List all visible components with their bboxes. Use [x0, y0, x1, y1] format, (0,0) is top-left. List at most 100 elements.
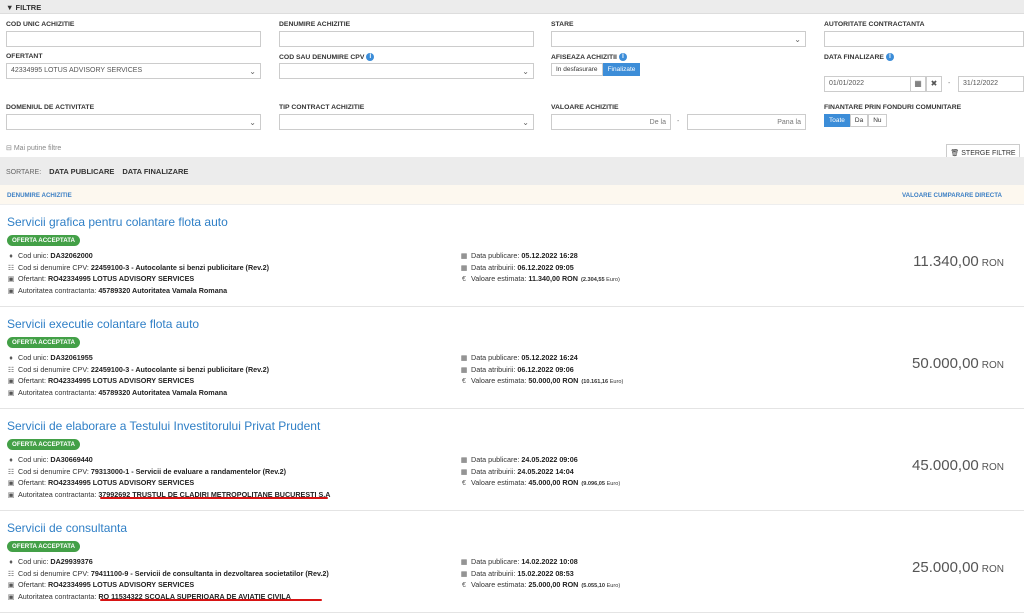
finantare-label: FINANTARE PRIN FONDURI COMUNITARE — [824, 104, 962, 111]
autoritate-input[interactable] — [824, 31, 1024, 47]
denumire-input[interactable] — [279, 31, 534, 47]
autoritate-value: 45789320 Autoritatea Vamala Romana — [98, 285, 228, 295]
valoare-estimata-currency: RON — [562, 478, 579, 487]
briefcase-icon: ▣ — [7, 480, 15, 487]
tip-contract-select[interactable]: ⌄ — [279, 114, 534, 130]
info-icon[interactable]: i — [885, 53, 894, 61]
result-details: ♦ Cod unic: DA32062000 ☷ Cod si denumire C… — [7, 251, 269, 297]
chevron-down-icon: ⌄ — [522, 118, 529, 127]
valoare-from-input[interactable]: De la — [551, 114, 671, 130]
sort-option-data-finalizare[interactable]: DATA FINALIZARE — [122, 167, 188, 176]
chevron-down-icon: ⌄ — [794, 35, 801, 44]
tag-icon: ♦ — [9, 355, 13, 362]
data-publicare-value: 05.12.2022 16:24 — [521, 353, 578, 362]
cpv-value: 79313000-1 - Servicii de evaluare a rand… — [90, 466, 287, 476]
valoare-euro: (9.096,05 Euro) — [581, 481, 621, 487]
ofertant-label: Ofertant: — [18, 478, 46, 487]
ofertant-value: RO42334995 LOTUS ADVISORY SERVICES — [47, 274, 195, 283]
sitemap-icon: ☷ — [7, 264, 15, 272]
result-amount: 11.340,00 RON — [913, 253, 1004, 270]
results-column-header: DENUMIRE ACHIZITIE VALOARE CUMPARARE DIR… — [0, 185, 1024, 205]
cod-unic-row: ♦ Cod unic: DA29939376 — [7, 557, 329, 569]
ofertant-select[interactable]: 42334995 LOTUS ADVISORY SERVICES ⌄ — [6, 63, 261, 79]
data-atribuirii-value: 06.12.2022 09:06 — [517, 364, 574, 374]
amount-value: 25.000,00 — [912, 559, 979, 576]
finantare-option-nu[interactable]: Nu — [868, 114, 887, 127]
cod-unic-row: ♦ Cod unic: DA32062000 — [7, 251, 269, 263]
domeniu-select[interactable]: ⌄ — [6, 114, 261, 130]
valoare-estimata-currency: RON — [562, 376, 579, 385]
valoare-euro-currency: Euro — [606, 277, 618, 283]
euro-icon: € — [462, 582, 466, 589]
data-publicare-value: 14.02.2022 10:08 — [521, 557, 578, 566]
valoare-estimata-row: € Valoare estimata: 25.000,00 RON (5.055,1… — [460, 580, 620, 592]
cod-unic-input[interactable] — [6, 31, 261, 47]
sitemap-icon: ☷ — [7, 468, 15, 476]
calendar-icon: ▦ — [460, 559, 468, 566]
data-atribuirii-value: 06.12.2022 09:05 — [517, 262, 574, 272]
cod-unic-value: DA30669440 — [50, 455, 93, 464]
result-title[interactable]: Servicii de consultanta — [7, 521, 127, 535]
result-amount: 45.000,00 RON — [912, 457, 1004, 474]
ofertant-value: RO42334995 LOTUS ADVISORY SERVICES — [47, 478, 195, 487]
cpv-row: ☷ Cod si denumire CPV: 79411100-9 - Servi… — [7, 569, 329, 581]
cpv-label: Cod si denumire CPV: — [18, 466, 89, 476]
result-title[interactable]: Servicii de elaborare a Testului Investi… — [7, 419, 320, 433]
briefcase-icon: ▣ — [7, 593, 15, 601]
briefcase-icon: ▣ — [7, 287, 15, 295]
data-finalizare-to-input[interactable]: 31/12/2022 — [958, 76, 1024, 92]
cpv-label: Cod si denumire CPV: — [18, 568, 89, 578]
result-title[interactable]: Servicii executie colantare flota auto — [7, 317, 199, 331]
calendar-icon: ▦ — [460, 253, 468, 260]
less-filters-link[interactable]: ⊟ Mai putine filtre — [6, 144, 61, 152]
cpv-select[interactable]: ⌄ — [279, 63, 534, 79]
autoritate-row: ▣ Autoritatea contractanta: 45789320 Auto… — [7, 388, 269, 400]
chevron-down-icon: ⌄ — [249, 118, 256, 127]
cpv-label: COD SAU DENUMIRE CPV i — [279, 53, 375, 61]
valoare-to-placeholder: Pana la — [777, 119, 801, 126]
filters-header[interactable]: ▼ FILTRE — [0, 0, 1024, 14]
calendar-icon[interactable]: ▦ — [910, 76, 926, 92]
stare-select[interactable]: ⌄ — [551, 31, 806, 47]
info-icon[interactable]: i — [366, 53, 375, 61]
domeniu-label: DOMENIUL DE ACTIVITATE — [6, 104, 95, 111]
less-filters-label: Mai putine filtre — [13, 145, 62, 152]
data-finalizare-from-input[interactable]: 01/01/2022 — [824, 76, 924, 92]
chevron-down-icon: ⌄ — [522, 67, 529, 76]
finantare-option-toate[interactable]: Toate — [824, 114, 850, 127]
euro-icon: € — [462, 378, 466, 385]
result-title[interactable]: Servicii grafica pentru colantare flota … — [7, 215, 228, 229]
valoare-euro-value: (2.304,55 — [580, 277, 605, 283]
data-atribuirii-row: ▦ Data atribuirii: 24.05.2022 14:04 — [460, 467, 620, 479]
valoare-to-input[interactable]: Pana la — [687, 114, 806, 130]
data-publicare-row: ▦ Data publicare: 05.12.2022 16:28 — [460, 251, 620, 263]
cpv-value: 22459100-3 - Autocolante si benzi public… — [90, 262, 269, 272]
ofertant-row: ▣ Ofertant: RO42334995 LOTUS ADVISORY SER… — [7, 376, 269, 388]
afiseaza-option-in-desfasurare[interactable]: In desfasurare — [551, 63, 603, 76]
tag-icon: ♦ — [9, 457, 13, 464]
calendar-icon: ▦ — [460, 355, 468, 362]
autoritate-label: Autoritatea contractanta: — [18, 387, 97, 397]
autoritate-row: ▣ Autoritatea contractanta: 45789320 Auto… — [7, 286, 269, 298]
status-badge: OFERTA ACCEPTATA — [7, 439, 81, 450]
ofertant-value: 42334995 LOTUS ADVISORY SERVICES — [11, 67, 143, 74]
ofertant-value: RO42334995 LOTUS ADVISORY SERVICES — [47, 376, 195, 385]
data-atribuirii-label: Data atribuirii: — [471, 364, 516, 374]
valoare-label: VALOARE ACHIZITIE — [551, 104, 619, 111]
finantare-option-da[interactable]: Da — [849, 114, 869, 127]
tag-icon: ♦ — [9, 253, 13, 260]
denumire-label: DENUMIRE ACHIZITIE — [279, 21, 351, 28]
result-details: ♦ Cod unic: DA30669440 ☷ Cod si denumire C… — [7, 455, 331, 502]
data-atribuirii-label: Data atribuirii: — [471, 568, 516, 578]
finantare-toggle: Toate Da Nu — [824, 114, 887, 127]
info-icon[interactable]: i — [618, 53, 627, 61]
valoare-estimata-value: 25.000,00 — [528, 580, 561, 589]
autoritate-row: ▣ Autoritatea contractanta: RO 11534322 S… — [7, 592, 329, 604]
autoritate-row: ▣ Autoritatea contractanta: 37992692 TRUS… — [7, 489, 331, 502]
autoritate-label: Autoritatea contractanta: — [18, 489, 97, 499]
clear-date-icon[interactable]: ✖ — [926, 76, 942, 92]
red-underline — [100, 497, 328, 499]
afiseaza-option-finalizate[interactable]: Finalizate — [602, 63, 641, 76]
ofertant-row: ▣ Ofertant: RO42334995 LOTUS ADVISORY SER… — [7, 478, 330, 490]
sort-option-data-publicare[interactable]: DATA PUBLICARE — [49, 167, 114, 176]
